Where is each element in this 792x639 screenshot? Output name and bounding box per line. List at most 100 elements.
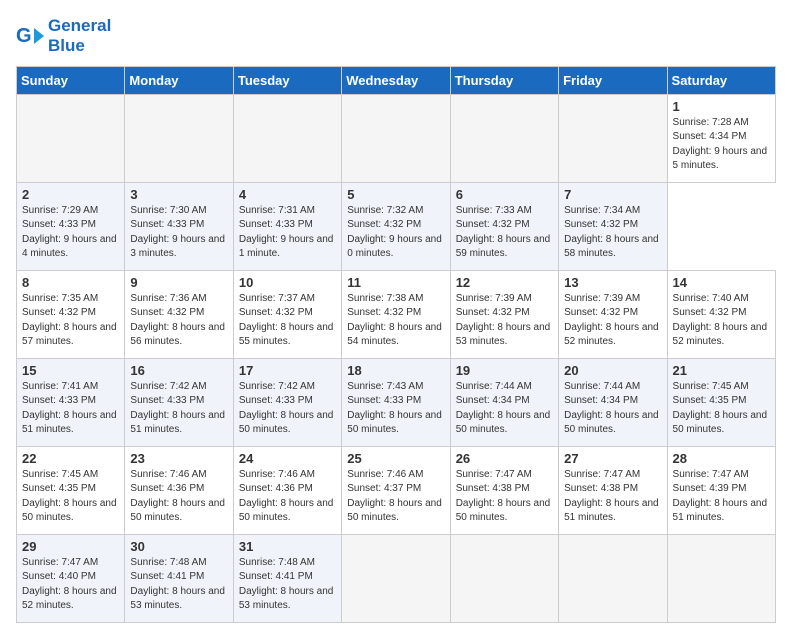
day-info: Sunrise: 7:48 AMSunset: 4:41 PMDaylight:… [130,556,227,614]
day-number: 25 [347,451,444,466]
calendar-table: SundayMondayTuesdayWednesdayThursdayFrid… [16,66,776,623]
empty-cell [450,534,558,622]
day-number: 21 [673,363,770,378]
day-cell-14: 14 Sunrise: 7:40 AMSunset: 4:32 PMDayligh… [667,270,775,358]
day-cell-25: 25Sunrise: 7:46 AMSunset: 4:37 PMDayligh… [342,446,450,534]
day-info: Sunrise: 7:48 AMSunset: 4:41 PMDaylight:… [239,556,336,614]
day-number: 13 [564,275,661,290]
day-info: Sunrise: 7:32 AMSunset: 4:32 PMDaylight:… [347,204,444,262]
day-cell-23: 23 Sunrise: 7:46 AMSunset: 4:36 PMDayligh… [125,446,233,534]
day-info: Sunrise: 7:46 AMSunset: 4:36 PMDaylight:… [239,468,336,526]
empty-cell [450,94,558,182]
empty-cell [667,534,775,622]
day-info: Sunrise: 7:39 AMSunset: 4:32 PMDaylight:… [456,292,553,350]
svg-text:G: G [16,25,32,47]
day-info: Sunrise: 7:39 AMSunset: 4:32 PMDaylight:… [564,292,661,350]
day-info: Sunrise: 7:29 AMSunset: 4:33 PMDaylight:… [22,204,119,262]
empty-cell [559,94,667,182]
empty-cell [342,94,450,182]
day-number: 11 [347,275,444,290]
day-number: 23 [130,451,227,466]
col-header-wednesday: Wednesday [342,66,450,94]
col-header-thursday: Thursday [450,66,558,94]
col-header-sunday: Sunday [17,66,125,94]
day-cell-30: 30 Sunrise: 7:48 AMSunset: 4:41 PMDayligh… [125,534,233,622]
day-number: 24 [239,451,336,466]
day-cell-11: 11Sunrise: 7:38 AMSunset: 4:32 PMDayligh… [342,270,450,358]
day-info: Sunrise: 7:47 AMSunset: 4:39 PMDaylight:… [673,468,770,526]
col-header-friday: Friday [559,66,667,94]
day-cell-3: 3Sunrise: 7:30 AMSunset: 4:33 PMDaylight… [125,182,233,270]
day-cell-10: 10 Sunrise: 7:37 AMSunset: 4:32 PMDayligh… [233,270,341,358]
day-cell-13: 13 Sunrise: 7:39 AMSunset: 4:32 PMDayligh… [559,270,667,358]
day-number: 10 [239,275,336,290]
day-number: 1 [673,99,770,114]
day-cell-24: 24 Sunrise: 7:46 AMSunset: 4:36 PMDayligh… [233,446,341,534]
day-number: 2 [22,187,119,202]
day-info: Sunrise: 7:45 AMSunset: 4:35 PMDaylight:… [673,380,770,438]
day-cell-21: 21 Sunrise: 7:45 AMSunset: 4:35 PMDayligh… [667,358,775,446]
day-info: Sunrise: 7:44 AMSunset: 4:34 PMDaylight:… [564,380,661,438]
header-row: SundayMondayTuesdayWednesdayThursdayFrid… [17,66,776,94]
day-info: Sunrise: 7:45 AMSunset: 4:35 PMDaylight:… [22,468,119,526]
day-cell-12: 12Sunrise: 7:39 AMSunset: 4:32 PMDayligh… [450,270,558,358]
day-number: 30 [130,539,227,554]
day-info: Sunrise: 7:35 AMSunset: 4:32 PMDaylight:… [22,292,119,350]
day-cell-19: 19 Sunrise: 7:44 AMSunset: 4:34 PMDayligh… [450,358,558,446]
day-cell-28: 28 Sunrise: 7:47 AMSunset: 4:39 PMDayligh… [667,446,775,534]
day-number: 17 [239,363,336,378]
col-header-monday: Monday [125,66,233,94]
empty-cell [559,534,667,622]
empty-cell [342,534,450,622]
day-number: 9 [130,275,227,290]
week-row-2: 2 Sunrise: 7:29 AMSunset: 4:33 PMDaylight… [17,182,776,270]
week-row-4: 15Sunrise: 7:41 AMSunset: 4:33 PMDayligh… [17,358,776,446]
day-info: Sunrise: 7:47 AMSunset: 4:38 PMDaylight:… [456,468,553,526]
day-number: 15 [22,363,119,378]
day-cell-31: 31Sunrise: 7:48 AMSunset: 4:41 PMDayligh… [233,534,341,622]
col-header-saturday: Saturday [667,66,775,94]
day-cell-26: 26 Sunrise: 7:47 AMSunset: 4:38 PMDayligh… [450,446,558,534]
day-info: Sunrise: 7:34 AMSunset: 4:32 PMDaylight:… [564,204,661,262]
week-row-5: 22Sunrise: 7:45 AMSunset: 4:35 PMDayligh… [17,446,776,534]
day-info: Sunrise: 7:37 AMSunset: 4:32 PMDaylight:… [239,292,336,350]
day-cell-20: 20Sunrise: 7:44 AMSunset: 4:34 PMDayligh… [559,358,667,446]
day-number: 28 [673,451,770,466]
logo-icon: G [16,24,44,48]
day-info: Sunrise: 7:40 AMSunset: 4:32 PMDaylight:… [673,292,770,350]
day-number: 7 [564,187,661,202]
day-info: Sunrise: 7:33 AMSunset: 4:32 PMDaylight:… [456,204,553,262]
day-info: Sunrise: 7:28 AMSunset: 4:34 PMDaylight:… [673,116,770,174]
day-cell-5: 5 Sunrise: 7:32 AMSunset: 4:32 PMDaylight… [342,182,450,270]
day-info: Sunrise: 7:46 AMSunset: 4:36 PMDaylight:… [130,468,227,526]
day-info: Sunrise: 7:43 AMSunset: 4:33 PMDaylight:… [347,380,444,438]
day-cell-27: 27Sunrise: 7:47 AMSunset: 4:38 PMDayligh… [559,446,667,534]
day-cell-16: 16 Sunrise: 7:42 AMSunset: 4:33 PMDayligh… [125,358,233,446]
day-cell-1: 1 Sunrise: 7:28 AMSunset: 4:34 PMDaylight… [667,94,775,182]
day-cell-4: 4 Sunrise: 7:31 AMSunset: 4:33 PMDaylight… [233,182,341,270]
day-cell-8: 8 Sunrise: 7:35 AMSunset: 4:32 PMDaylight… [17,270,125,358]
day-cell-17: 17Sunrise: 7:42 AMSunset: 4:33 PMDayligh… [233,358,341,446]
day-info: Sunrise: 7:42 AMSunset: 4:33 PMDaylight:… [130,380,227,438]
day-number: 19 [456,363,553,378]
day-cell-18: 18Sunrise: 7:43 AMSunset: 4:33 PMDayligh… [342,358,450,446]
day-number: 26 [456,451,553,466]
day-number: 16 [130,363,227,378]
day-info: Sunrise: 7:47 AMSunset: 4:40 PMDaylight:… [22,556,119,614]
day-number: 5 [347,187,444,202]
day-number: 14 [673,275,770,290]
day-number: 4 [239,187,336,202]
day-cell-9: 9 Sunrise: 7:36 AMSunset: 4:32 PMDaylight… [125,270,233,358]
day-cell-2: 2 Sunrise: 7:29 AMSunset: 4:33 PMDaylight… [17,182,125,270]
empty-cell [233,94,341,182]
day-number: 27 [564,451,661,466]
day-info: Sunrise: 7:44 AMSunset: 4:34 PMDaylight:… [456,380,553,438]
day-number: 6 [456,187,553,202]
day-cell-7: 7 Sunrise: 7:34 AMSunset: 4:32 PMDaylight… [559,182,667,270]
day-info: Sunrise: 7:31 AMSunset: 4:33 PMDaylight:… [239,204,336,262]
day-number: 29 [22,539,119,554]
day-number: 8 [22,275,119,290]
week-row-1: 1 Sunrise: 7:28 AMSunset: 4:34 PMDaylight… [17,94,776,182]
day-info: Sunrise: 7:36 AMSunset: 4:32 PMDaylight:… [130,292,227,350]
empty-cell [17,94,125,182]
